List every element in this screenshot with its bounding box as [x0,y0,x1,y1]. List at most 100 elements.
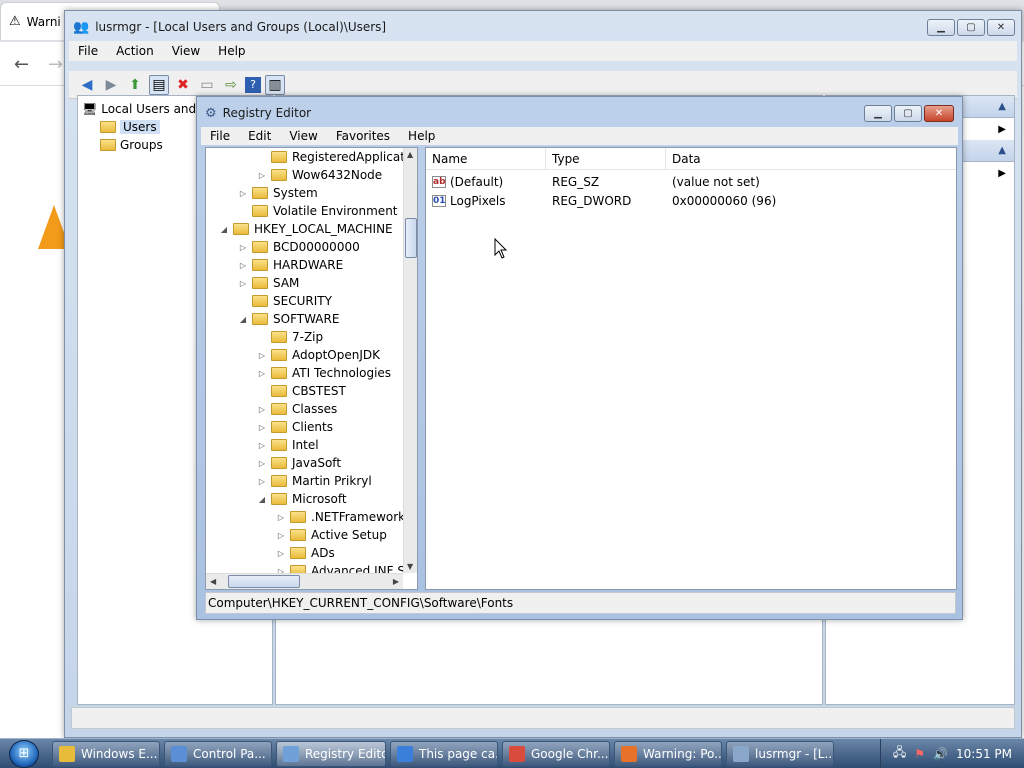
expand-arrow-icon[interactable]: ▷ [258,423,266,432]
taskbar-button[interactable]: Google Chr... [502,740,610,767]
tree-node[interactable]: ▷Advanced INF Set [277,562,403,573]
tree-node[interactable]: ▷ AdoptOpenJDK [258,346,380,364]
action-center-icon[interactable]: ⚑ [914,747,925,761]
forward-icon[interactable]: ▶ [101,75,121,95]
tree-node[interactable]: ▷ Wow6432Node [258,166,382,184]
regedit-close-button[interactable]: ✕ [924,105,954,122]
tree-node[interactable]: ◢ HKEY_LOCAL_MACHINE [220,220,393,238]
tree-horizontal-scrollbar[interactable]: ◀ ▶ [206,573,403,589]
regedit-maximize-button[interactable]: ▢ [894,105,922,122]
value-row[interactable]: 01 LogPixels REG_DWORD 0x00000060 (96) [426,191,956,210]
taskbar-button[interactable]: Warning: Po... [614,740,722,767]
expand-arrow-icon[interactable]: ▷ [258,351,266,360]
regedit-titlebar[interactable]: ⚙ Registry Editor ▁ ▢ ✕ [197,97,962,129]
tree-vertical-scroll-thumb[interactable] [405,218,417,258]
taskbar-button[interactable]: This page ca... [390,740,498,767]
menu-file[interactable]: File [69,44,107,58]
tree-node[interactable]: ▷ .NETFramework [277,508,403,526]
expand-arrow-icon[interactable]: ▷ [258,441,266,450]
tree-node[interactable]: 7-Zip [258,328,323,346]
expand-arrow-icon[interactable]: ▷ [239,279,247,288]
menu-action[interactable]: Action [107,44,163,58]
taskbar-button[interactable]: Registry Editor [276,740,386,767]
menu-file[interactable]: File [201,129,239,143]
tree-node[interactable]: ▷ ADs [277,544,335,562]
scroll-right-arrow-icon[interactable]: ▶ [393,577,399,586]
expand-arrow-icon[interactable]: ▷ [239,243,247,252]
back-arrow-icon[interactable]: ← [14,54,29,75]
column-header-name[interactable]: Name [426,147,546,170]
show-hide-tree-icon[interactable]: ▤ [149,74,169,95]
tree-node[interactable]: ▷ Classes [258,400,337,418]
tree-node[interactable]: ▷ HARDWARE [239,256,343,274]
expand-arrow-icon[interactable]: ▷ [277,531,285,540]
show-hide-action-pane-icon[interactable]: ▥ [265,74,285,95]
scroll-down-arrow-icon[interactable]: ▼ [407,562,413,571]
tree-node[interactable]: ▷ Intel [258,436,319,454]
expand-arrow-icon[interactable]: ▷ [277,513,285,522]
taskbar-buttons: Windows E... Control Pa... Registry Editor… [48,740,834,767]
delete-icon[interactable]: ✖ [173,75,193,95]
help-icon[interactable]: ? [245,76,261,93]
value-row[interactable]: ab (Default) REG_SZ (value not set) [426,172,956,191]
expand-arrow-icon[interactable]: ▷ [239,261,247,270]
lusrmgr-titlebar[interactable]: 👥 lusrmgr - [Local Users and Groups (Loc… [65,11,1021,43]
maximize-button[interactable]: ▢ [957,19,985,36]
tree-node[interactable]: ▷ Clients [258,418,333,436]
tree-node[interactable]: ▷ JavaSoft [258,454,341,472]
tree-node[interactable]: ▷ BCD00000000 [239,238,360,256]
tree-horizontal-scroll-thumb[interactable] [228,575,300,588]
export-list-icon[interactable]: ⇨ [221,75,241,95]
tree-node[interactable]: ◢ SOFTWARE [239,310,340,328]
expand-arrow-icon[interactable]: ▷ [258,459,266,468]
tree-node[interactable]: ▷ System [239,184,318,202]
tree-node[interactable]: ◢ Microsoft [258,490,347,508]
expand-arrow-icon[interactable]: ▷ [258,171,266,180]
menu-view[interactable]: View [280,129,326,143]
menu-help[interactable]: Help [399,129,444,143]
taskbar-button[interactable]: Windows E... [52,740,160,767]
up-folder-icon[interactable]: ⬆ [125,75,145,95]
regedit-minimize-button[interactable]: ▁ [864,105,892,122]
scroll-left-arrow-icon[interactable]: ◀ [210,577,216,586]
collapse-arrow-icon[interactable]: ◢ [220,225,228,234]
column-header-type[interactable]: Type [546,147,666,170]
taskbar-button[interactable]: Control Pa... [164,740,272,767]
taskbar-button[interactable]: lusrmgr - [L... [726,740,834,767]
menu-help[interactable]: Help [209,44,254,58]
expand-arrow-icon[interactable]: ▷ [239,189,247,198]
expand-arrow-icon[interactable]: ▷ [258,405,266,414]
registry-tree-pane[interactable]: RegisteredApplicatio ▷ Wow6432Node ▷ System V… [205,147,418,590]
menu-view[interactable]: View [163,44,209,58]
tree-node[interactable]: ▷ SAM [239,274,299,292]
tree-node[interactable]: ▷ Martin Prikryl [258,472,372,490]
expand-arrow-icon[interactable]: ▷ [277,549,285,558]
expand-arrow-icon[interactable]: ▷ [258,477,266,486]
clock[interactable]: 10:51 PM [956,747,1012,761]
column-header-data[interactable]: Data [666,148,956,170]
collapse-arrow-icon[interactable]: ◢ [239,315,247,324]
tree-vertical-scrollbar[interactable]: ▲ ▼ [403,148,417,573]
menu-edit[interactable]: Edit [239,129,280,143]
forward-arrow-icon[interactable]: → [48,54,63,75]
tree-node[interactable]: RegisteredApplicatio [258,148,403,166]
expand-arrow-icon[interactable]: ▷ [258,369,266,378]
folder-icon [252,313,268,325]
volume-icon[interactable]: 🔊 [933,747,948,761]
tree-node[interactable]: Volatile Environment [239,202,398,220]
back-icon[interactable]: ◀ [77,75,97,95]
tree-node[interactable]: ▷ Active Setup [277,526,387,544]
tree-node-label: ADs [311,546,335,560]
tree-node[interactable]: SECURITY [239,292,332,310]
tree-node[interactable]: CBSTEST [258,382,346,400]
scroll-up-arrow-icon[interactable]: ▲ [407,150,413,159]
network-icon[interactable]: 🖧 [893,743,906,764]
properties-icon[interactable]: ▭ [197,75,217,95]
menu-favorites[interactable]: Favorites [327,129,399,143]
minimize-button[interactable]: ▁ [927,19,955,36]
tree-node[interactable]: ▷ ATI Technologies [258,364,391,382]
close-button[interactable]: ✕ [987,19,1015,36]
collapse-arrow-icon[interactable]: ◢ [258,495,266,504]
folder-icon [271,421,287,433]
start-button[interactable]: ⊞ [0,739,48,768]
